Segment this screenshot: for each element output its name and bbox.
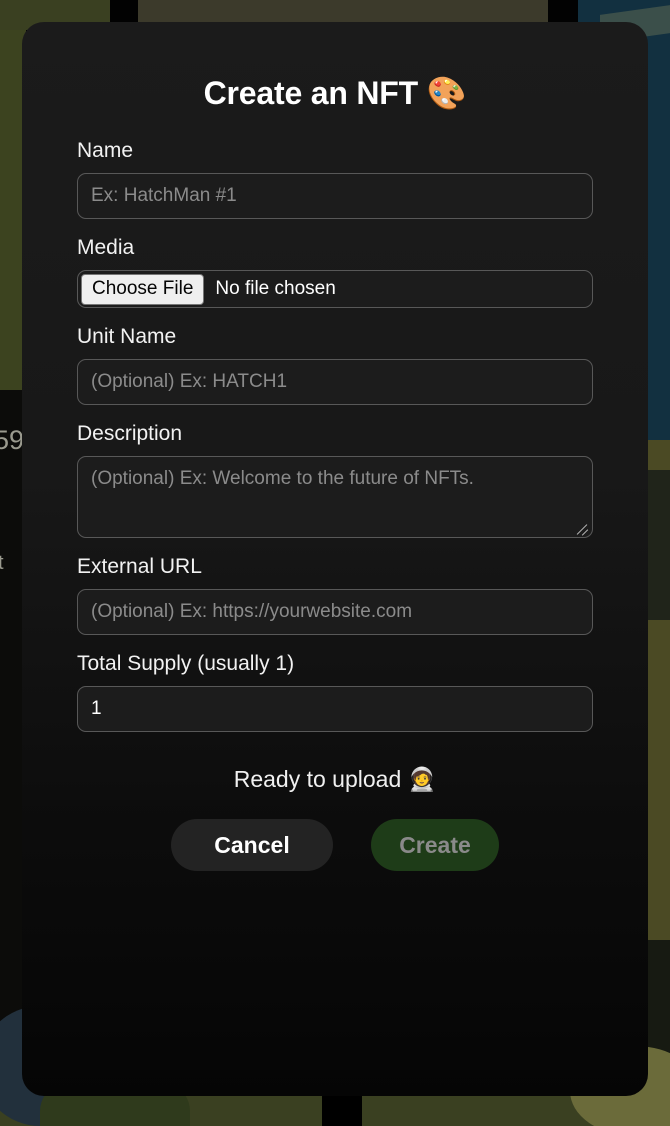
field-label-external-url: External URL (77, 555, 202, 578)
field-external-url: External URL (77, 554, 593, 635)
external-url-input[interactable] (77, 589, 593, 635)
screen: 59 t Create an NFT 🎨 Name Media Choose F… (0, 0, 670, 1126)
field-label-description: Description (77, 422, 183, 445)
media-file-input[interactable]: Choose File No file chosen (77, 270, 593, 308)
field-media: Media Choose File No file chosen (77, 235, 593, 308)
dialog-title-text: Create an NFT (203, 75, 419, 111)
description-wrapper (77, 456, 593, 538)
background-peek-text-upper: 59 (0, 425, 25, 455)
field-label-unit-name: Unit Name (77, 325, 177, 348)
background-peek-text-lower: t (0, 552, 4, 574)
upload-status-text: Ready to upload (233, 766, 402, 792)
field-label-name: Name (77, 139, 134, 162)
cancel-button[interactable]: Cancel (171, 819, 333, 871)
field-description: Description (77, 421, 593, 538)
description-input[interactable] (77, 456, 593, 538)
field-total-supply: Total Supply (usually 1) (77, 651, 593, 732)
palette-icon: 🎨 (426, 74, 467, 112)
field-label-total-supply: Total Supply (usually 1) (77, 652, 295, 675)
astronaut-icon: 🧑‍🚀 (407, 767, 437, 793)
create-button[interactable]: Create (371, 819, 499, 871)
choose-file-button[interactable]: Choose File (81, 273, 205, 305)
dialog-actions: Cancel Create (77, 819, 593, 871)
upload-status: Ready to upload 🧑‍🚀 (77, 766, 593, 793)
field-unit-name: Unit Name (77, 324, 593, 405)
name-input[interactable] (77, 173, 593, 219)
field-name: Name (77, 138, 593, 219)
file-status-label: No file chosen (215, 278, 336, 299)
create-nft-dialog: Create an NFT 🎨 Name Media Choose File N… (22, 22, 648, 1096)
unit-name-input[interactable] (77, 359, 593, 405)
total-supply-input[interactable] (77, 686, 593, 732)
field-label-media: Media (77, 236, 135, 259)
dialog-title: Create an NFT 🎨 (77, 22, 593, 122)
